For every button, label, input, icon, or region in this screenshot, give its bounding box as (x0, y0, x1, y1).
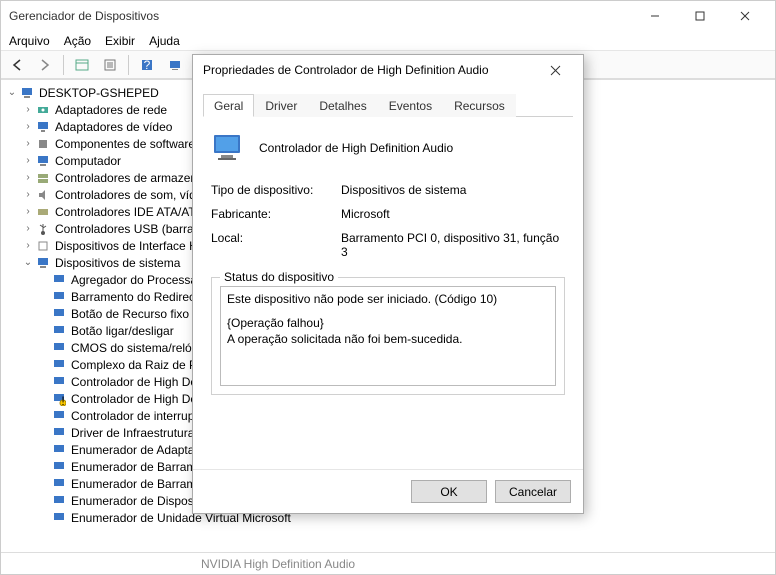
device-large-icon (211, 131, 245, 165)
help-button[interactable]: ? (135, 54, 159, 76)
menu-acao[interactable]: Ação (64, 34, 91, 48)
expand-icon[interactable]: › (21, 206, 35, 217)
status-line: Este dispositivo não pode ser iniciado. … (227, 291, 549, 307)
close-button[interactable] (722, 1, 767, 31)
prop-type-key: Tipo de dispositivo: (211, 183, 341, 197)
tab-geral[interactable]: Geral (203, 94, 254, 117)
usb-icon (35, 221, 51, 237)
show-hide-tree-button[interactable] (70, 54, 94, 76)
minimize-button[interactable] (632, 1, 677, 31)
expand-icon[interactable]: › (21, 138, 35, 149)
device-warning-icon: ! (51, 391, 67, 407)
expand-icon[interactable]: › (21, 240, 35, 251)
system-devices-icon (35, 255, 51, 271)
tab-recursos[interactable]: Recursos (443, 94, 516, 117)
prop-local-key: Local: (211, 231, 341, 259)
network-icon (35, 102, 51, 118)
tab-detalhes[interactable]: Detalhes (308, 94, 377, 117)
menu-arquivo[interactable]: Arquivo (9, 34, 50, 48)
device-icon (51, 459, 67, 475)
bottom-cutoff-row: NVIDIA High Definition Audio (1, 552, 775, 574)
forward-button[interactable] (33, 54, 57, 76)
svg-text:?: ? (144, 58, 151, 72)
status-line: {Operação falhou} (227, 315, 549, 331)
tab-driver[interactable]: Driver (254, 94, 308, 117)
sound-icon (35, 187, 51, 203)
expand-icon[interactable]: › (21, 121, 35, 132)
device-icon (51, 289, 67, 305)
expand-icon[interactable]: › (21, 155, 35, 166)
toolbar-separator (128, 55, 129, 75)
device-icon (51, 306, 67, 322)
expand-icon[interactable]: › (21, 189, 35, 200)
storage-icon (35, 170, 51, 186)
ok-button[interactable]: OK (411, 480, 487, 503)
device-icon (51, 408, 67, 424)
collapse-icon[interactable]: ⌄ (21, 257, 35, 268)
menu-exibir[interactable]: Exibir (105, 34, 135, 48)
computer-icon (19, 85, 35, 101)
properties-dialog: Propriedades de Controlador de High Defi… (192, 54, 584, 514)
tree-root-label: DESKTOP-GSHEPED (39, 86, 159, 100)
device-icon (51, 493, 67, 509)
chip-icon (35, 136, 51, 152)
maximize-button[interactable] (677, 1, 722, 31)
expand-icon[interactable]: › (21, 172, 35, 183)
dialog-titlebar[interactable]: Propriedades de Controlador de High Defi… (193, 55, 583, 85)
device-icon (51, 510, 67, 526)
device-icon (51, 374, 67, 390)
main-titlebar: Gerenciador de Dispositivos (1, 1, 775, 31)
device-icon (51, 272, 67, 288)
cancel-button[interactable]: Cancelar (495, 480, 571, 503)
status-group: Status do dispositivo Este dispositivo n… (211, 277, 565, 395)
device-icon (51, 425, 67, 441)
device-icon (51, 323, 67, 339)
hid-icon (35, 238, 51, 254)
dialog-close-button[interactable] (537, 55, 573, 85)
prop-type-value: Dispositivos de sistema (341, 183, 565, 197)
computer-icon (35, 153, 51, 169)
device-icon (51, 442, 67, 458)
prop-local-value: Barramento PCI 0, dispositivo 31, função… (341, 231, 565, 259)
expand-icon[interactable]: › (21, 223, 35, 234)
prop-maker-key: Fabricante: (211, 207, 341, 221)
display-icon (35, 119, 51, 135)
scan-button[interactable] (163, 54, 187, 76)
bottom-cutoff-label: NVIDIA High Definition Audio (201, 557, 355, 571)
tab-eventos[interactable]: Eventos (378, 94, 443, 117)
device-icon (51, 476, 67, 492)
device-icon (51, 340, 67, 356)
svg-text:!: ! (61, 394, 64, 406)
ide-icon (35, 204, 51, 220)
dialog-tabstrip: Geral Driver Detalhes Eventos Recursos (203, 93, 573, 117)
device-icon (51, 357, 67, 373)
status-textbox[interactable]: Este dispositivo não pode ser iniciado. … (220, 286, 556, 386)
dialog-title: Propriedades de Controlador de High Defi… (203, 63, 537, 77)
device-name: Controlador de High Definition Audio (259, 141, 453, 155)
status-line: A operação solicitada não foi bem-sucedi… (227, 331, 549, 347)
collapse-icon[interactable]: ⌄ (5, 87, 19, 98)
expand-icon[interactable]: › (21, 104, 35, 115)
back-button[interactable] (5, 54, 29, 76)
window-title: Gerenciador de Dispositivos (9, 9, 632, 23)
prop-maker-value: Microsoft (341, 207, 565, 221)
properties-button[interactable] (98, 54, 122, 76)
menubar: Arquivo Ação Exibir Ajuda (1, 31, 775, 51)
menu-ajuda[interactable]: Ajuda (149, 34, 180, 48)
status-legend: Status do dispositivo (220, 270, 338, 284)
toolbar-separator (63, 55, 64, 75)
